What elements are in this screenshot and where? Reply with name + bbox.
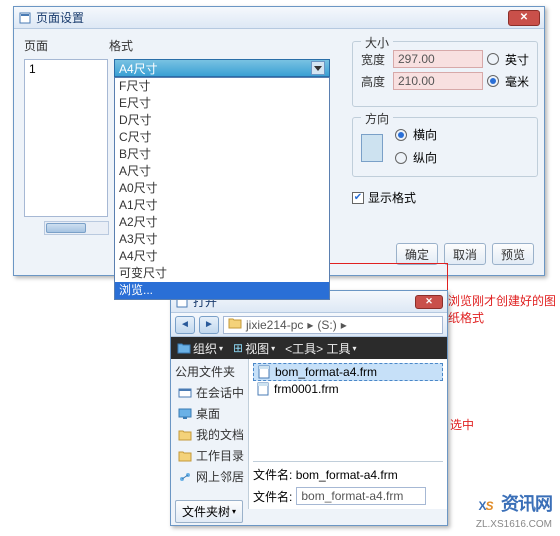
cancel-button[interactable]: 取消	[444, 243, 486, 265]
folder-tree-button[interactable]: 文件夹树 ▾	[175, 500, 243, 523]
annotation-browse: 浏览刚才创建好的图纸格式	[448, 292, 558, 326]
file-icon	[256, 365, 272, 379]
titlebar[interactable]: 页面设置 ✕	[14, 7, 544, 29]
dropdown-item[interactable]: B尺寸	[115, 146, 329, 163]
file-icon	[255, 382, 271, 396]
page-label: 页面	[24, 37, 109, 54]
dropdown-item[interactable]: A3尺寸	[115, 231, 329, 248]
preview-button[interactable]: 预览	[492, 243, 534, 265]
file-name: frm0001.frm	[274, 382, 339, 396]
dropdown-item[interactable]: A1尺寸	[115, 197, 329, 214]
filename-value: bom_format-a4.frm	[296, 468, 398, 482]
show-format-label: 显示格式	[368, 189, 416, 206]
dropdown-item[interactable]: A0尺寸	[115, 180, 329, 197]
size-groupbox: 大小 宽度 297.00 英寸 高度 210.00 毫米	[352, 41, 538, 107]
orientation-legend: 方向	[361, 110, 393, 127]
chevron-right-icon: ▸	[307, 318, 313, 332]
annotation-selected: 选中	[450, 416, 474, 433]
portrait-radio[interactable]	[395, 152, 407, 164]
width-label: 宽度	[361, 51, 389, 68]
height-label: 高度	[361, 73, 389, 90]
format-select[interactable]: A4尺寸	[114, 59, 330, 77]
unit-mm-radio[interactable]	[487, 75, 499, 87]
open-file-window: 打开 ✕ ◄ ► jixie214-pc ▸ (S:) ▸ 组织▾ ⊞	[170, 290, 448, 526]
sidebar-item-network[interactable]: 网上邻居	[173, 466, 246, 487]
menubar: 组织▾ ⊞ 视图▾ <工具> 工具▾	[171, 337, 447, 359]
sidebar-item-workdir[interactable]: 工作目录	[173, 445, 246, 466]
dropdown-item[interactable]: E尺寸	[115, 95, 329, 112]
unit-inch-label: 英寸	[505, 51, 529, 68]
nav-back-button[interactable]: ◄	[175, 316, 195, 334]
sidebar-category: 公用文件夹	[173, 361, 246, 382]
show-format-checkbox[interactable]: 显示格式	[352, 189, 416, 206]
scrollbar-thumb[interactable]	[46, 223, 86, 233]
ok-button[interactable]: 确定	[396, 243, 438, 265]
network-icon	[177, 470, 193, 484]
folder-icon	[228, 317, 242, 332]
window-title: 页面设置	[36, 9, 508, 26]
close-button[interactable]: ✕	[415, 295, 443, 309]
format-dropdown[interactable]: F尺寸 E尺寸 D尺寸 C尺寸 B尺寸 A尺寸 A0尺寸 A1尺寸 A2尺寸 A…	[114, 77, 330, 300]
watermark-logo: XS 资讯网 ZL.XS1616.COM	[476, 480, 552, 530]
arrow-line	[447, 263, 448, 293]
unit-mm-label: 毫米	[505, 73, 529, 90]
dropdown-item-browse[interactable]: 浏览...	[115, 282, 329, 299]
format-selected-value: A4尺寸	[119, 60, 158, 77]
nav-forward-button[interactable]: ►	[199, 316, 219, 334]
path-bar[interactable]: jixie214-pc ▸ (S:) ▸	[223, 316, 443, 334]
session-icon	[177, 386, 193, 400]
filename-label: 文件名:	[253, 468, 292, 482]
sidebar: 公用文件夹 在会话中 桌面 我的文档 工作目录 网上邻居	[171, 359, 249, 509]
close-button[interactable]: ✕	[508, 10, 540, 26]
size-legend: 大小	[361, 34, 393, 51]
nav-toolbar: ◄ ► jixie214-pc ▸ (S:) ▸	[171, 313, 447, 337]
file-pane[interactable]: bom_format-a4.frm frm0001.frm 文件名: bom_f…	[249, 359, 447, 509]
documents-icon	[177, 428, 193, 442]
file-name: bom_format-a4.frm	[275, 365, 377, 379]
width-input[interactable]: 297.00	[393, 50, 483, 68]
dropdown-item[interactable]: D尺寸	[115, 112, 329, 129]
filename-input-row: 文件名: bom_format-a4.frm	[253, 487, 443, 505]
menu-tools[interactable]: <工具> 工具▾	[285, 340, 356, 357]
desktop-icon	[177, 407, 193, 421]
orientation-groupbox: 方向 横向 纵向	[352, 117, 538, 177]
page-list[interactable]: 1	[24, 59, 108, 217]
checkbox-icon[interactable]	[352, 192, 364, 204]
path-tail[interactable]: (S:)	[317, 318, 336, 332]
page-list-item[interactable]: 1	[25, 60, 107, 78]
arrow-line	[316, 263, 448, 264]
dropdown-item[interactable]: A4尺寸	[115, 248, 329, 265]
page-setup-window: 页面设置 ✕ 页面 格式 1 A4尺寸 F尺寸 E尺寸 D尺寸 C尺寸 B尺寸 …	[13, 6, 545, 276]
page-orientation-icon	[361, 134, 383, 162]
sidebar-item-desktop[interactable]: 桌面	[173, 403, 246, 424]
path-segment[interactable]: jixie214-pc	[246, 318, 303, 332]
menu-organize[interactable]: 组织▾	[177, 340, 223, 357]
menu-view[interactable]: ⊞ 视图▾	[233, 340, 275, 357]
chevron-down-icon[interactable]	[311, 61, 325, 75]
file-info-row: 文件名: bom_format-a4.frm	[253, 461, 443, 483]
chevron-right-icon: ▸	[341, 318, 347, 332]
dropdown-item[interactable]: C尺寸	[115, 129, 329, 146]
height-input[interactable]: 210.00	[393, 72, 483, 90]
dropdown-item[interactable]: 可变尺寸	[115, 265, 329, 282]
landscape-radio[interactable]	[395, 129, 407, 141]
file-item-selected[interactable]: bom_format-a4.frm	[253, 363, 443, 381]
chevron-down-icon: ▾	[232, 507, 236, 516]
unit-inch-radio[interactable]	[487, 53, 499, 65]
dropdown-item[interactable]: A尺寸	[115, 163, 329, 180]
window-icon	[18, 11, 32, 25]
landscape-label: 横向	[413, 126, 437, 143]
folder-icon	[177, 449, 193, 463]
dropdown-item[interactable]: A2尺寸	[115, 214, 329, 231]
file-item[interactable]: frm0001.frm	[253, 381, 443, 397]
filename-input[interactable]: bom_format-a4.frm	[296, 487, 426, 505]
sidebar-item-session[interactable]: 在会话中	[173, 382, 246, 403]
portrait-label: 纵向	[413, 149, 437, 166]
dropdown-item[interactable]: F尺寸	[115, 78, 329, 95]
scrollbar-horizontal[interactable]	[44, 221, 109, 235]
filename-label: 文件名:	[253, 488, 292, 505]
sidebar-item-documents[interactable]: 我的文档	[173, 424, 246, 445]
